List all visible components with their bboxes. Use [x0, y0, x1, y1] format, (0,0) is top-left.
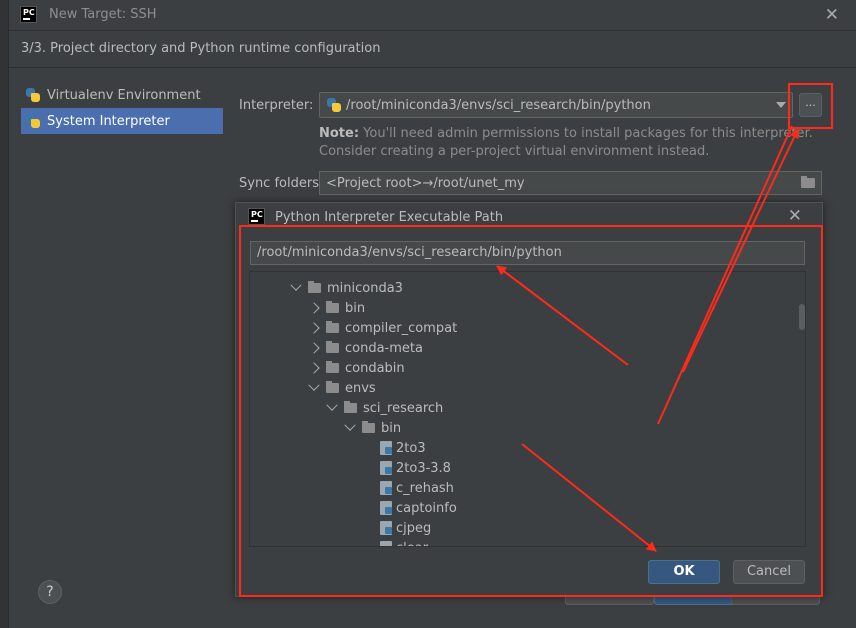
sync-folders-value: <Project root>→/root/unet_my [326, 175, 525, 191]
annotation-box-browse [788, 83, 833, 129]
env-item-virtualenv[interactable]: Virtualenv Environment [21, 82, 223, 108]
annotation-box-path-dialog [239, 225, 823, 597]
step-header: 3/3. Project directory and Python runtim… [21, 41, 381, 56]
interpreter-value: /root/miniconda3/envs/sci_research/bin/p… [346, 97, 651, 113]
env-item-system-interpreter[interactable]: System Interpreter [21, 108, 223, 134]
python-icon [25, 87, 41, 103]
close-icon[interactable]: ✕ [788, 206, 802, 226]
python-icon [326, 97, 342, 113]
sync-folders-label: Sync folders: [239, 176, 324, 191]
help-button[interactable]: ? [38, 580, 62, 604]
note-label: Note: [319, 126, 360, 141]
dialog-title: Python Interpreter Executable Path [275, 210, 504, 225]
env-item-label: System Interpreter [47, 113, 170, 129]
python-icon [25, 113, 41, 129]
title-bar: PC New Target: SSH ✕ [9, 0, 856, 30]
interpreter-label: Interpreter: [239, 98, 314, 113]
folder-icon[interactable] [801, 176, 815, 188]
note-text: You'll need admin permissions to install… [319, 126, 813, 159]
admin-permission-note: Note: You'll need admin permissions to i… [319, 125, 829, 161]
title-separator [9, 30, 856, 31]
close-icon[interactable]: ✕ [825, 5, 839, 25]
header-separator [9, 67, 856, 68]
env-item-label: Virtualenv Environment [47, 87, 201, 103]
sync-folders-field[interactable]: <Project root>→/root/unet_my [319, 171, 822, 195]
interpreter-dropdown[interactable]: /root/miniconda3/envs/sci_research/bin/p… [319, 92, 793, 118]
pycharm-logo-icon: PC [248, 208, 265, 225]
pycharm-logo-icon: PC [20, 6, 37, 23]
background-editor-strip [0, 0, 8, 628]
chevron-down-icon[interactable] [776, 102, 786, 108]
window-title: New Target: SSH [49, 7, 157, 22]
